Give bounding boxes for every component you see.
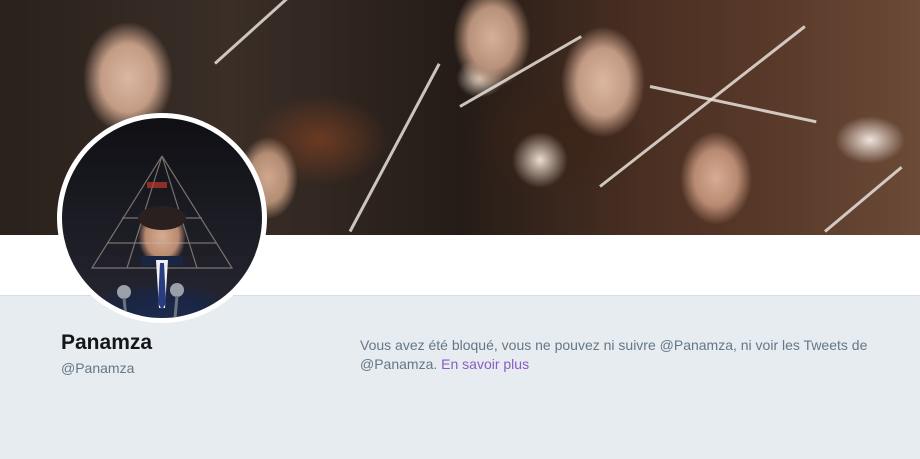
avatar-pyramid-backdrop-icon [90, 155, 234, 318]
profile-page: Panamza @Panamza Vous avez été bloqué, v… [0, 0, 920, 459]
profile-display-name[interactable]: Panamza [61, 331, 152, 355]
banner-violin-bow [824, 166, 903, 233]
banner-violin-bow [459, 35, 582, 108]
profile-handle: @Panamza [61, 360, 135, 376]
learn-more-link[interactable]: En savoir plus [441, 356, 529, 372]
banner-violin-bow [599, 25, 806, 188]
banner-violin-bow [213, 0, 350, 65]
profile-avatar[interactable] [57, 113, 267, 323]
banner-violin-bow [348, 63, 441, 233]
blocked-notice-text: Vous avez été bloqué, vous ne pouvez ni … [360, 337, 868, 372]
blocked-notice: Vous avez été bloqué, vous ne pouvez ni … [360, 336, 880, 374]
avatar-photo [62, 118, 262, 318]
banner-violin-bow [649, 85, 817, 124]
